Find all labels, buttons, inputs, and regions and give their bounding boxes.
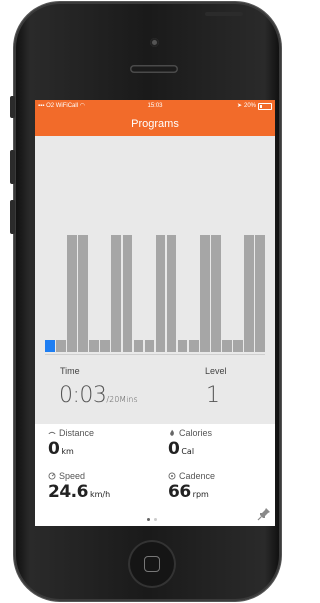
battery-icon <box>258 102 272 110</box>
flame-icon <box>170 429 174 436</box>
level-bar <box>56 340 66 352</box>
distance-icon <box>48 431 56 435</box>
level-value: 1 <box>206 383 220 408</box>
level-bar <box>244 235 254 352</box>
level-bar <box>45 340 55 352</box>
level-bar <box>211 235 221 352</box>
calories-stat: Calories 0 Cal <box>168 428 213 459</box>
level-bar <box>222 340 232 352</box>
page-title: Programs <box>35 112 275 136</box>
level-bar <box>133 340 144 352</box>
level-bar <box>188 340 199 352</box>
speed-icon <box>48 472 56 480</box>
level-bar <box>200 235 210 352</box>
pin-icon[interactable] <box>257 507 271 521</box>
location-icon: ➤ <box>236 103 242 109</box>
distance-stat: Distance 0 km <box>48 428 95 459</box>
front-camera <box>150 38 159 47</box>
volume-down-button <box>10 200 15 234</box>
level-bar <box>233 340 243 352</box>
app-screen: ▪▪▪ O2 WiFiCall ◠ 15:03 ➤ 20% Programs T… <box>35 100 275 526</box>
time-total: /20Mins <box>106 395 138 404</box>
status-bar: ▪▪▪ O2 WiFiCall ◠ 15:03 ➤ 20% <box>35 100 275 112</box>
cadence-icon <box>168 472 176 480</box>
level-bar <box>67 235 77 352</box>
page-dot-2[interactable] <box>154 518 157 521</box>
time-value: 0:03/20Mins <box>59 383 138 408</box>
level-bar <box>155 235 166 352</box>
level-bar <box>100 340 110 352</box>
program-level-chart <box>35 136 275 353</box>
level-bar <box>177 340 188 352</box>
level-label: Level <box>205 366 227 376</box>
earpiece-speaker <box>130 65 178 73</box>
volume-up-button <box>10 150 15 184</box>
power-button <box>205 12 243 16</box>
time-label: Time <box>60 366 80 376</box>
divider <box>45 354 265 355</box>
level-bar <box>166 235 177 352</box>
mute-switch <box>10 96 15 118</box>
cadence-stat: Cadence 66 rpm <box>168 471 216 502</box>
level-bar <box>122 235 133 352</box>
speed-stat: Speed 24.6 km/h <box>48 471 111 502</box>
level-bar <box>144 340 155 352</box>
level-bar <box>89 340 99 352</box>
level-bar <box>78 235 88 352</box>
battery-indicator: ➤ 20% <box>237 100 272 112</box>
level-bar <box>111 235 121 352</box>
stats-panel[interactable]: Distance 0 km Calories 0 Cal Speed 24.6 km/… <box>35 424 275 526</box>
home-button-icon <box>144 556 160 572</box>
page-dot-1[interactable] <box>147 518 150 521</box>
page-indicator[interactable] <box>147 518 157 521</box>
level-bar <box>255 235 265 352</box>
